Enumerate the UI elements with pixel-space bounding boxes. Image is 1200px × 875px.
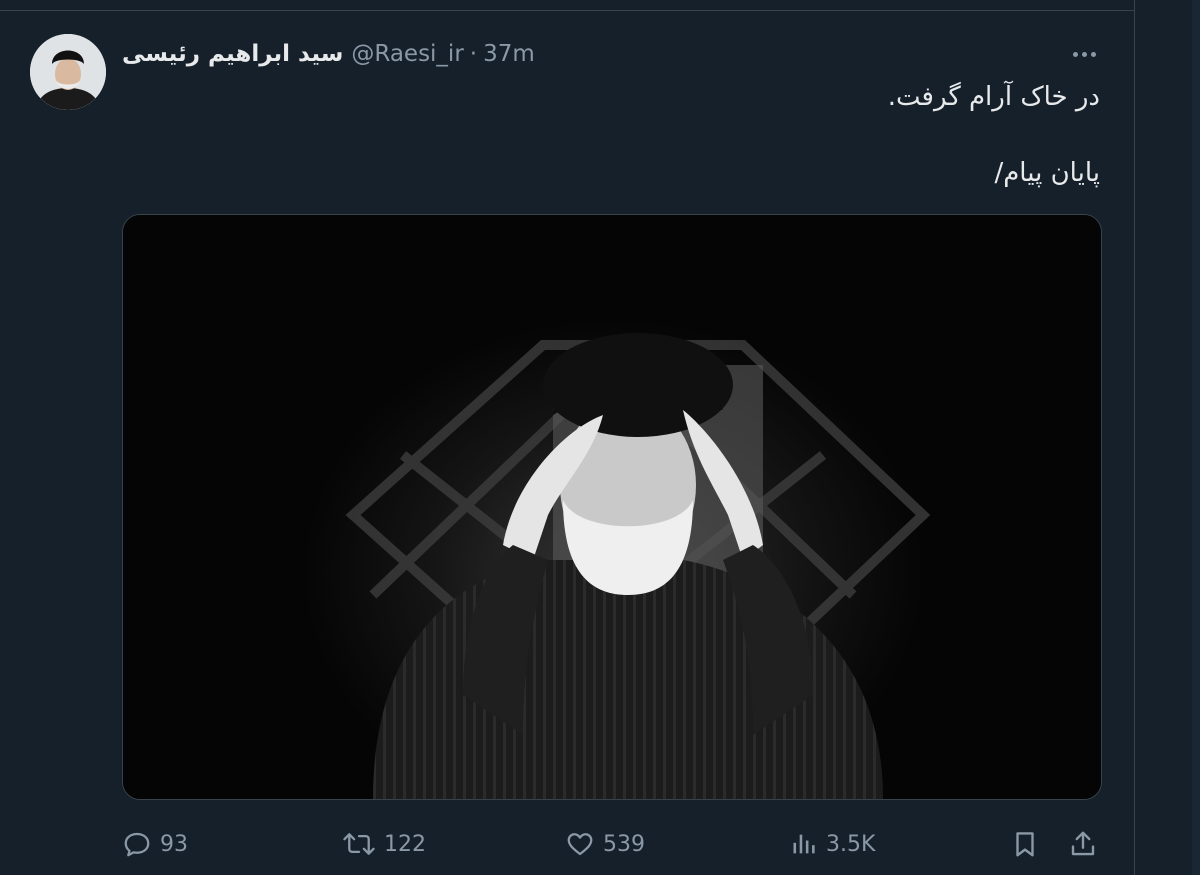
top-divider [0,10,1134,11]
bookmark-icon [1010,829,1040,859]
more-dots-icon [1072,51,1078,57]
avatar[interactable] [30,34,106,110]
retweet-icon [342,829,376,859]
tweet-time[interactable]: 37m [483,41,535,67]
tweet-header: سید ابراهیم رئیسی @Raesi_ir · 37m [122,38,535,70]
bookmark-button[interactable] [1010,822,1040,866]
views-button[interactable]: 3.5K [790,822,875,866]
share-button[interactable] [1068,822,1098,866]
heart-icon [565,829,595,859]
more-options-button[interactable] [1062,38,1106,70]
tweet-photo [123,215,1101,799]
like-button[interactable]: 539 [565,822,645,866]
header-separator: · [469,41,478,67]
retweet-count: 122 [384,831,426,857]
reply-count: 93 [160,831,188,857]
tweet-actions: 93 122 539 3.5K [0,822,1134,866]
scrollbar[interactable] [1192,0,1200,875]
author-handle[interactable]: @Raesi_ir [351,41,463,67]
retweet-button[interactable]: 122 [342,822,426,866]
author-name[interactable]: سید ابراهیم رئیسی [122,41,343,67]
right-panel [1135,0,1200,875]
like-count: 539 [603,831,645,857]
tweet-text-line-2: پایان پیام/ [994,158,1100,188]
tweet-text-line-1: در خاک آرام گرفت. [887,82,1100,112]
tweet-page: سید ابراهیم رئیسی @Raesi_ir · 37m در خاک… [0,0,1200,875]
views-count: 3.5K [826,831,876,857]
share-icon [1068,829,1098,859]
reply-icon [122,829,152,859]
avatar-image [30,34,106,110]
tweet-media[interactable] [122,214,1102,800]
reply-button[interactable]: 93 [122,822,188,866]
views-icon [790,829,818,859]
